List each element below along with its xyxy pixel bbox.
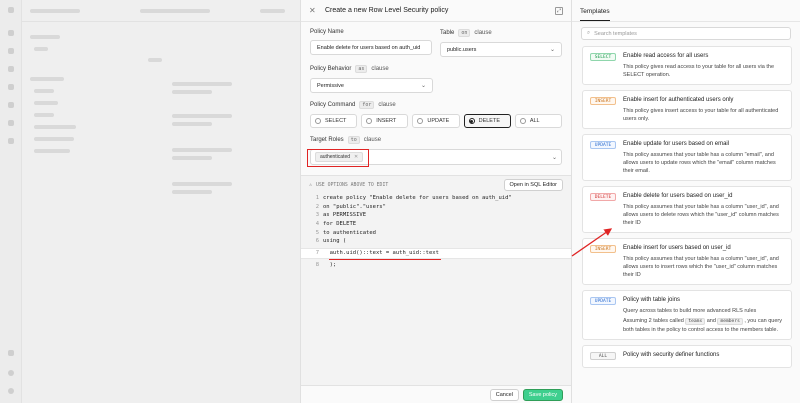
sql-hint: ⚠ USE OPTIONS ABOVE TO EDIT — [309, 182, 389, 188]
search-icon: ⌕ — [587, 30, 591, 36]
card-description: This policy gives insert access to your … — [623, 108, 779, 122]
card-description: This policy gives read access to your ta… — [623, 64, 775, 78]
card-description: This policy assumes that your table has … — [623, 204, 779, 226]
insert-badge: INSERT — [590, 97, 616, 105]
background-nav-rail — [0, 0, 22, 403]
code-chip: members — [717, 318, 743, 325]
command-radio-group: SELECT INSERT UPDATE DELETE ALL — [310, 114, 563, 128]
card-title: Enable delete for users based on user_id — [623, 193, 733, 199]
card-title: Enable insert for authenticated users on… — [623, 97, 734, 103]
annotation-underline — [329, 259, 441, 261]
radio-icon — [315, 118, 321, 124]
open-sql-editor-button[interactable]: Open in SQL Editor — [503, 179, 563, 191]
delete-badge: DELETE — [590, 193, 616, 201]
template-card-highlighted[interactable]: DELETE Enable delete for users based on … — [582, 186, 792, 233]
behavior-label: Policy Behavior as clause — [310, 65, 389, 73]
template-card[interactable]: SELECT Enable read access for all users … — [582, 46, 792, 85]
command-label: Policy Command for clause — [310, 101, 396, 109]
code-line: 3 as PERMISSIVE — [315, 212, 367, 219]
roles-label: Target Roles to clause — [310, 136, 382, 144]
policy-editor-panel: ✕ Create a new Row Level Security policy… — [300, 0, 572, 403]
editor-footer: Cancel Save policy — [301, 385, 571, 403]
annotation-highlight-box — [307, 149, 369, 167]
card-description: This policy assumes that your table has … — [623, 256, 779, 278]
card-description-detail: Assuming 2 tables called teams and membe… — [623, 318, 782, 333]
all-badge: ALL — [590, 352, 616, 360]
code-line: 5 to authenticated — [315, 229, 376, 236]
save-policy-button[interactable]: Save policy — [522, 388, 563, 401]
tab-templates[interactable]: Templates — [580, 8, 610, 21]
search-templates-input[interactable]: ⌕ Search templates — [581, 27, 791, 40]
chevron-down-icon: ⌄ — [420, 83, 426, 89]
radio-icon — [366, 118, 373, 124]
command-all-option[interactable]: ALL — [514, 114, 563, 128]
chevron-down-icon: ⌄ — [551, 154, 557, 161]
template-card[interactable]: INSERT Enable insert for authenticated u… — [582, 90, 792, 129]
editor-header: ✕ Create a new Row Level Security policy… — [301, 0, 571, 22]
insert-badge: INSERT — [590, 245, 616, 253]
radio-selected-icon — [468, 118, 475, 124]
editor-title: Create a new Row Level Security policy — [325, 7, 449, 14]
update-badge: UPDATE — [590, 297, 616, 305]
templates-panel: Templates ⌕ Search templates SELECT Enab… — [572, 0, 800, 403]
card-description: This policy assumes that your table has … — [623, 152, 776, 174]
code-line-editable[interactable]: 7 auth.uid()::text = auth_uid::text — [301, 247, 571, 259]
behavior-select[interactable]: Permissive ⌄ — [310, 78, 433, 93]
code-block: 1 create policy "Enable delete for users … — [301, 194, 571, 269]
expand-icon[interactable]: ⤢ — [555, 6, 563, 15]
select-badge: SELECT — [590, 53, 616, 61]
card-title: Policy with security definer functions — [623, 352, 720, 358]
table-label: Table on clause — [440, 29, 492, 37]
code-line: 6 using ( — [315, 238, 347, 245]
policy-name-input[interactable]: Enable delete for users based on auth_ui… — [310, 40, 432, 55]
card-title: Enable read access for all users — [623, 53, 709, 59]
template-card[interactable]: UPDATE Policy with table joins Query acr… — [582, 290, 792, 340]
command-update-option[interactable]: UPDATE — [412, 114, 460, 128]
background-dashboard — [0, 0, 300, 403]
cancel-button[interactable]: Cancel — [489, 388, 519, 401]
update-badge: UPDATE — [590, 141, 616, 149]
card-title: Enable insert for users based on user_id — [623, 245, 731, 251]
info-icon: ⚠ — [309, 182, 313, 188]
policy-name-label: Policy Name — [310, 29, 344, 35]
code-chip: teams — [685, 318, 706, 325]
card-title: Enable update for users based on email — [623, 141, 730, 147]
radio-icon — [519, 118, 526, 124]
template-card[interactable]: ALL Policy with security definer functio… — [582, 345, 792, 368]
card-description: Query across tables to build more advanc… — [623, 308, 757, 314]
radio-icon — [417, 118, 424, 124]
template-card[interactable]: UPDATE Enable update for users based on … — [582, 134, 792, 181]
template-card[interactable]: INSERT Enable insert for users based on … — [582, 238, 792, 285]
code-line: 1 create policy "Enable delete for users … — [315, 195, 512, 202]
close-icon[interactable]: ✕ — [309, 6, 321, 15]
chevron-down-icon: ⌄ — [549, 47, 555, 53]
code-line: 2 on "public"."users" — [315, 203, 386, 210]
policy-form: Policy Name Enable delete for users base… — [301, 22, 571, 165]
card-title: Policy with table joins — [623, 297, 681, 303]
command-select-option[interactable]: SELECT — [310, 114, 358, 128]
table-keyword: on — [458, 29, 471, 37]
table-select[interactable]: public.users ⌄ — [440, 42, 562, 57]
code-line: 4 for DELETE — [315, 221, 357, 228]
command-delete-option[interactable]: DELETE — [463, 114, 511, 128]
sql-preview: ⚠ USE OPTIONS ABOVE TO EDIT Open in SQL E… — [301, 175, 571, 385]
code-line: 8 ); — [315, 261, 337, 268]
command-insert-option[interactable]: INSERT — [361, 114, 409, 128]
